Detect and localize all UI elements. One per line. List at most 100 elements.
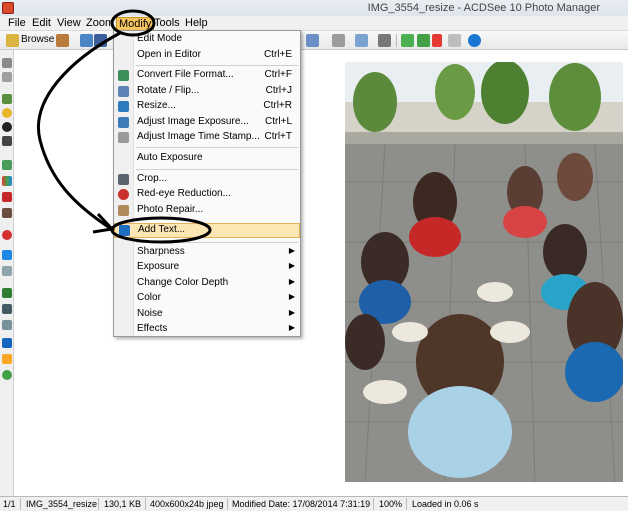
toolbar: Browse (0, 31, 628, 50)
slideshow-icon[interactable] (355, 34, 368, 47)
shortcut-label: Ctrl+E (263, 49, 292, 60)
submenu-arrow-icon: ▶ (288, 323, 295, 332)
help-icon[interactable] (468, 34, 481, 47)
menu-item-label: Effects (137, 323, 168, 334)
shortcut-label: Ctrl+J (265, 85, 292, 96)
menu-item-label: Red-eye Reduction... (137, 188, 231, 199)
image-tool-icon[interactable] (2, 94, 12, 104)
effects-icon[interactable] (2, 354, 12, 364)
edit-icon[interactable] (56, 34, 69, 47)
toolbar-separator (396, 34, 397, 47)
convert-icon (118, 70, 129, 81)
histogram-icon[interactable] (2, 176, 12, 186)
sharpen-icon[interactable] (2, 250, 12, 260)
hand-tool-icon[interactable] (2, 58, 12, 68)
portrait-icon[interactable] (2, 136, 12, 146)
menu-item-open-in-editor[interactable]: Open in Editor Ctrl+E (114, 48, 300, 63)
save-icon[interactable] (94, 34, 107, 47)
shortcut-label: Ctrl+F (264, 69, 293, 80)
menu-separator (136, 65, 298, 66)
red-eye-icon[interactable] (2, 230, 12, 240)
status-separator (227, 498, 228, 510)
menu-item-label: Photo Repair... (137, 204, 204, 215)
menu-item-adjust-image-exposure[interactable]: Adjust Image Exposure... Ctrl+L (114, 115, 300, 130)
modify-menu: Edit Mode Open in Editor Ctrl+E Convert … (113, 30, 301, 337)
contrast-icon[interactable] (2, 122, 12, 132)
menu-view[interactable]: View (55, 17, 83, 30)
menu-item-crop[interactable]: Crop... (114, 172, 300, 187)
status-dimensions: 400x600x24b jpeg (150, 499, 224, 509)
menu-item-label: Color (137, 292, 161, 303)
menu-edit[interactable]: Edit (30, 17, 53, 30)
shortcut-label: Ctrl+R (263, 100, 292, 111)
light-icon[interactable] (2, 108, 12, 118)
menu-tools[interactable]: Tools (152, 17, 182, 30)
menu-file[interactable]: File (6, 17, 28, 30)
red-eye-icon (118, 189, 129, 200)
settings-icon[interactable] (378, 34, 391, 47)
menu-item-label: Convert File Format... (137, 69, 234, 80)
menu-bar: File Edit View Zoom Modify Tools Help (0, 16, 628, 32)
menu-item-adjust-image-time-stamp[interactable]: Adjust Image Time Stamp... Ctrl+T (114, 130, 300, 145)
noise-icon[interactable] (2, 266, 12, 276)
resize-icon[interactable] (2, 288, 12, 298)
submenu-arrow-icon: ▶ (288, 277, 295, 286)
menu-item-add-text[interactable]: Add Text... (114, 223, 300, 238)
status-modified-date: Modified Date: 17/08/2014 7:31:19 (232, 499, 371, 509)
menu-item-red-eye-reduction[interactable]: Red-eye Reduction... (114, 187, 300, 202)
submenu-arrow-icon: ▶ (288, 308, 295, 317)
landscape-icon[interactable] (2, 160, 12, 170)
status-bar: 1/1 IMG_3554_resize 130,1 KB 400x600x24b… (0, 496, 628, 511)
menu-item-edit-mode[interactable]: Edit Mode (114, 32, 300, 47)
menu-separator (136, 147, 298, 148)
menu-item-change-color-depth[interactable]: Change Color Depth ▶ (114, 276, 300, 291)
menu-item-label: Auto Exposure (137, 152, 203, 163)
status-separator (373, 498, 374, 510)
color-wheel-icon[interactable] (2, 370, 12, 380)
refresh-icon[interactable] (80, 34, 93, 47)
next-icon[interactable] (417, 34, 430, 47)
menu-item-rotate-flip[interactable]: Rotate / Flip... Ctrl+J (114, 84, 300, 99)
menu-item-label: Edit Mode (137, 33, 183, 44)
status-separator (20, 498, 21, 510)
status-zoom: 100% (379, 499, 403, 509)
status-separator (406, 498, 407, 510)
rotate-icon (118, 86, 129, 97)
previous-icon[interactable] (401, 34, 414, 47)
menu-item-convert-file-format[interactable]: Convert File Format... Ctrl+F (114, 68, 300, 83)
delete-icon[interactable] (432, 34, 442, 47)
menu-item-color[interactable]: Color ▶ (114, 291, 300, 306)
properties-icon[interactable] (448, 34, 461, 47)
color-icon[interactable] (2, 192, 12, 202)
menu-item-label: Noise (137, 308, 163, 319)
shortcut-label: Ctrl+L (265, 116, 292, 127)
browse-button[interactable]: Browse (21, 34, 54, 45)
resize-icon (118, 101, 129, 112)
rotate-icon[interactable] (2, 320, 12, 330)
levels-icon[interactable] (2, 208, 12, 218)
menu-item-effects[interactable]: Effects ▶ (114, 322, 300, 337)
menu-item-auto-exposure[interactable]: Auto Exposure (114, 151, 300, 166)
text-icon (119, 225, 130, 236)
menu-zoom[interactable]: Zoom (84, 17, 116, 30)
menu-item-noise[interactable]: Noise ▶ (114, 307, 300, 322)
browse-icon (6, 34, 19, 47)
menu-item-resize[interactable]: Resize... Ctrl+R (114, 99, 300, 114)
menu-item-photo-repair[interactable]: Photo Repair... (114, 203, 300, 218)
window-title: IMG_3554_resize - ACDSee 10 Photo Manage… (367, 2, 600, 14)
pan-tool-icon[interactable] (2, 72, 12, 82)
menu-item-sharpness[interactable]: Sharpness ▶ (114, 245, 300, 260)
crop-icon[interactable] (2, 304, 12, 314)
menu-item-label: Adjust Image Exposure... (137, 116, 249, 127)
status-index: 1/1 (3, 499, 16, 509)
timestamp-icon (118, 132, 129, 143)
text-icon[interactable] (2, 338, 12, 348)
menu-help[interactable]: Help (183, 17, 210, 30)
menu-item-label: Open in Editor (137, 49, 201, 60)
menu-separator (136, 242, 298, 243)
menu-item-exposure[interactable]: Exposure ▶ (114, 260, 300, 275)
status-load-time: Loaded in 0.06 s (412, 499, 479, 509)
status-filesize: 130,1 KB (104, 499, 142, 509)
zoom-icon[interactable] (306, 34, 319, 47)
print-icon[interactable] (332, 34, 345, 47)
